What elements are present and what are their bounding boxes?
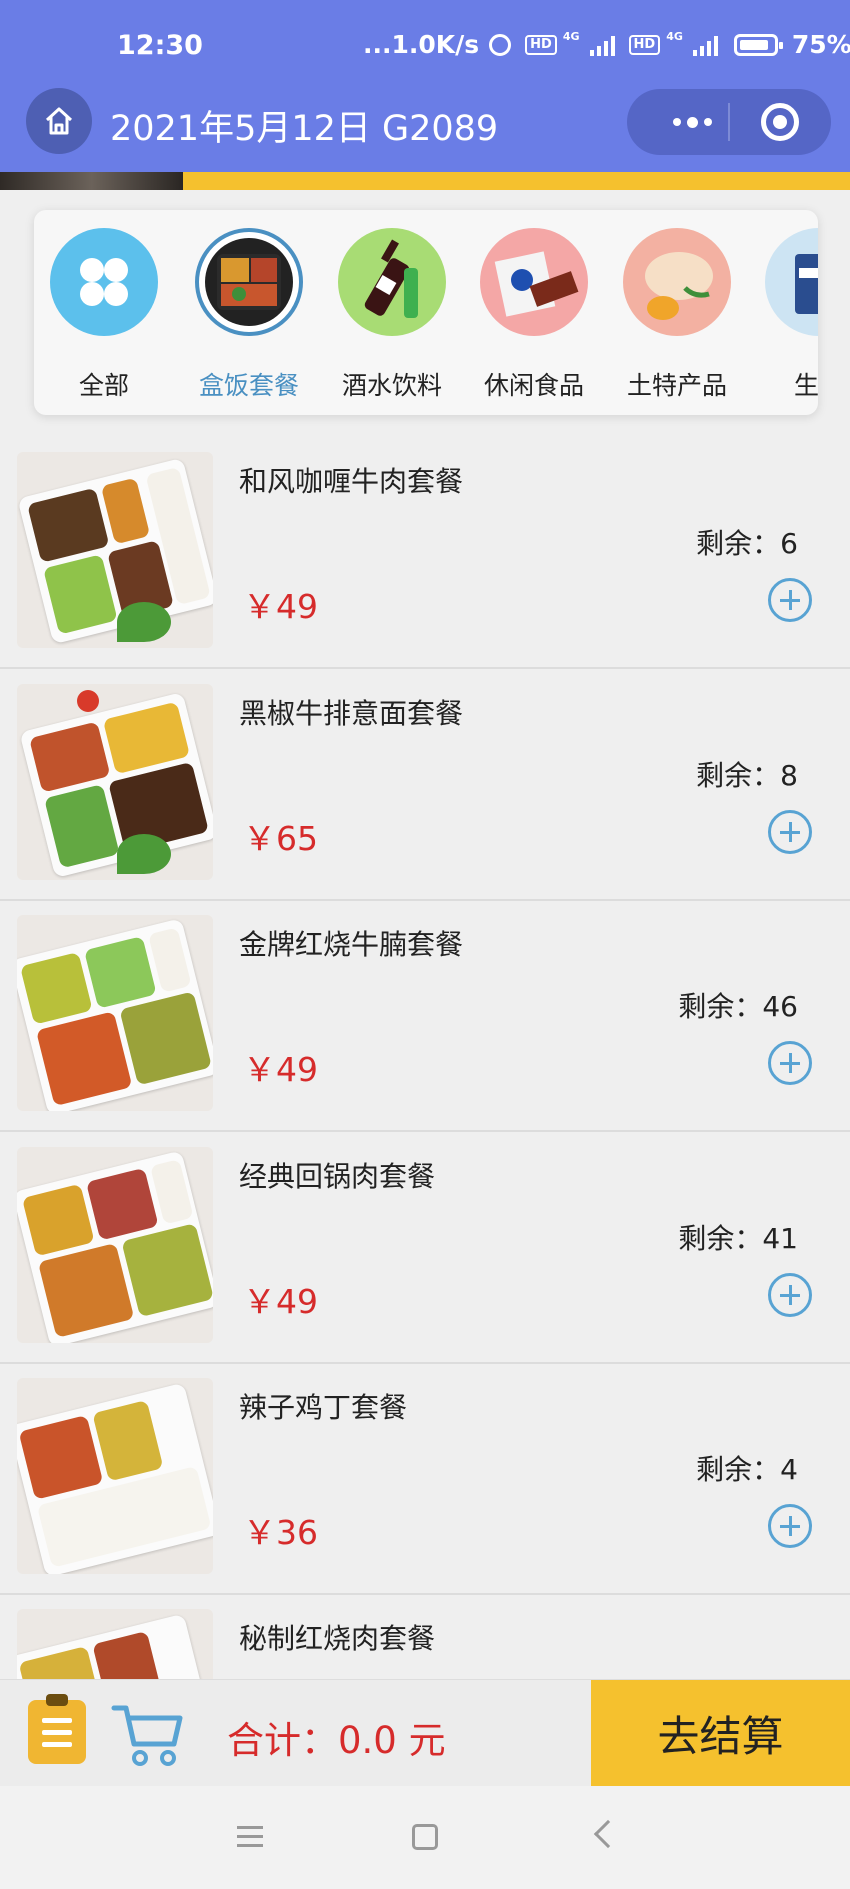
more-button[interactable] <box>657 89 727 155</box>
product-item: 黑椒牛排意面套餐 剩余：8 ￥65 <box>0 670 850 901</box>
category-label: 生活 <box>793 371 818 400</box>
product-image[interactable] <box>17 684 213 880</box>
more-dot-icon <box>686 116 698 128</box>
product-item: 经典回锅肉套餐 剩余：41 ￥49 <box>0 1133 850 1364</box>
signal-icon-2 <box>692 34 718 56</box>
add-to-cart-icon[interactable] <box>768 578 812 622</box>
product-image[interactable] <box>17 915 213 1111</box>
product-stock: 剩余：6 <box>696 527 798 560</box>
product-price: ￥65 <box>243 819 318 858</box>
order-list-icon[interactable] <box>28 1694 86 1764</box>
status-bar: 12:30 ...1.0K/s HD 4G HD 4G 75% <box>0 0 850 92</box>
category-boxed-meal[interactable]: 盒饭套餐 <box>189 228 309 402</box>
network-type-1: 4G <box>562 30 580 43</box>
product-image[interactable] <box>17 1378 213 1574</box>
category-local-specialties[interactable]: 土特产品 <box>617 228 737 402</box>
product-price: ￥49 <box>243 1050 318 1089</box>
category-label: 全部 <box>78 371 129 400</box>
signal-icon-1 <box>589 34 615 56</box>
category-bar: 全部 盒饭套餐 酒水饮料 休闲食品 土特产品 生 <box>34 210 818 415</box>
product-price: ￥49 <box>243 587 318 626</box>
menu-icon[interactable] <box>237 1826 263 1848</box>
battery-level: 75% <box>791 30 850 59</box>
product-name: 辣子鸡丁套餐 <box>239 1391 408 1424</box>
category-label: 酒水饮料 <box>341 371 442 400</box>
product-stock: 剩余：4 <box>696 1453 798 1486</box>
banner-image <box>0 172 183 190</box>
category-all[interactable]: 全部 <box>44 228 164 402</box>
product-stock: 剩余：8 <box>696 759 798 792</box>
cart-total: 合计：0.0 元 <box>227 1719 446 1762</box>
home-icon <box>45 107 73 135</box>
product-name: 和风咖喱牛肉套餐 <box>239 465 464 498</box>
page-title: 2021年5月12日 G2089 <box>110 109 499 149</box>
more-dot-icon <box>703 118 712 126</box>
local-specialties-image <box>623 228 731 336</box>
add-to-cart-icon[interactable] <box>768 1273 812 1317</box>
drinks-image <box>338 228 446 336</box>
status-time: 12:30 <box>117 30 203 61</box>
category-label: 盒饭套餐 <box>198 371 299 400</box>
product-item: 辣子鸡丁套餐 剩余：4 ￥36 <box>0 1364 850 1595</box>
close-target-button[interactable] <box>761 103 799 141</box>
hd-badge-2: HD <box>628 34 661 55</box>
app-header: 12:30 ...1.0K/s HD 4G HD 4G 75% 2021年5月1… <box>0 0 850 172</box>
mini-program-capsule <box>627 89 831 155</box>
snacks-image <box>480 228 588 336</box>
product-name: 黑椒牛排意面套餐 <box>239 697 464 730</box>
category-label: 土特产品 <box>626 371 727 400</box>
category-daily-goods[interactable]: 生活 <box>759 228 818 402</box>
product-item: 金牌红烧牛腩套餐 剩余：46 ￥49 <box>0 901 850 1132</box>
boxed-meal-image <box>195 228 303 336</box>
product-image[interactable] <box>17 452 213 648</box>
alarm-icon <box>489 33 512 56</box>
network-type-2: 4G <box>666 30 683 43</box>
network-speed: ...1.0K/s <box>363 30 480 59</box>
product-name: 秘制红烧肉套餐 <box>239 1622 436 1655</box>
hd-badge-1: HD <box>525 34 557 55</box>
product-name: 经典回锅肉套餐 <box>239 1160 436 1193</box>
category-label: 休闲食品 <box>483 371 584 400</box>
daily-goods-image <box>765 228 818 336</box>
cart-bar: 合计：0.0 元 去结算 <box>0 1679 850 1787</box>
back-icon[interactable] <box>593 1819 623 1849</box>
product-item: 和风咖喱牛肉套餐 剩余：6 ￥49 <box>0 438 850 669</box>
system-nav-bar <box>0 1786 850 1889</box>
add-to-cart-icon[interactable] <box>768 810 812 854</box>
product-price: ￥49 <box>243 1282 318 1321</box>
banner-strip <box>0 172 850 190</box>
cart-icon[interactable] <box>110 1700 186 1770</box>
more-dot-icon <box>672 118 681 126</box>
add-to-cart-icon[interactable] <box>768 1041 812 1085</box>
status-indicators: ...1.0K/s HD 4G HD 4G 75% <box>363 30 850 59</box>
battery-icon <box>733 33 783 56</box>
category-drinks[interactable]: 酒水饮料 <box>332 228 452 402</box>
product-image[interactable] <box>17 1147 213 1343</box>
home-button[interactable] <box>26 88 92 154</box>
checkout-button[interactable]: 去结算 <box>591 1680 850 1787</box>
add-to-cart-icon[interactable] <box>768 1504 812 1548</box>
product-name: 金牌红烧牛腩套餐 <box>239 928 464 961</box>
product-price: ￥36 <box>243 1513 318 1552</box>
product-stock: 剩余：46 <box>678 990 798 1023</box>
grid-icon <box>50 228 158 336</box>
category-snacks[interactable]: 休闲食品 <box>474 228 594 402</box>
capsule-divider <box>728 103 730 141</box>
system-home-icon[interactable] <box>412 1824 438 1850</box>
product-stock: 剩余：41 <box>678 1222 798 1255</box>
